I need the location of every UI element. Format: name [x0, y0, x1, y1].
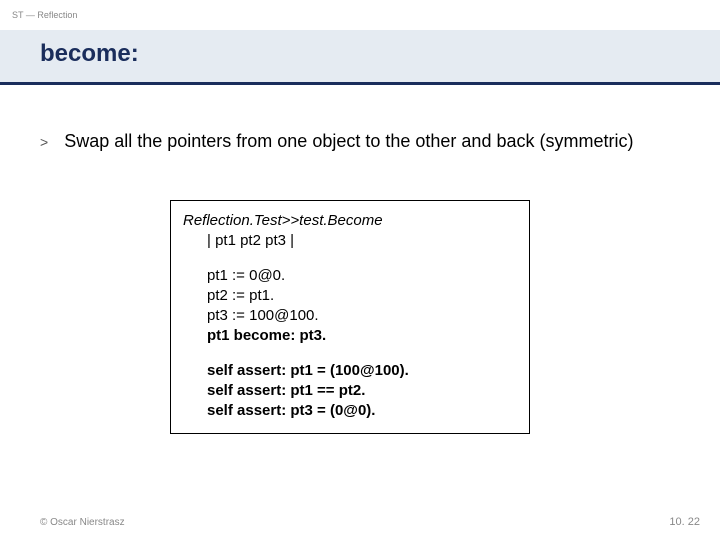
- bullet-row: > Swap all the pointers from one object …: [40, 130, 690, 153]
- footer-copyright: © Oscar Nierstrasz: [40, 517, 125, 528]
- code-box: Reflection.Test>>test.Become | pt1 pt2 p…: [170, 200, 530, 434]
- bullet-text: Swap all the pointers from one object to…: [64, 130, 633, 153]
- code-line-3: pt3 := 100@100.: [183, 306, 517, 326]
- code-signature-text: Reflection.Test>>test.Become: [183, 212, 383, 229]
- header-label: ST — Reflection: [12, 10, 77, 20]
- spacer: [183, 252, 517, 266]
- spacer: [183, 347, 517, 361]
- code-line-1: pt1 := 0@0.: [183, 266, 517, 286]
- code-assert-3: self assert: pt3 = (0@0).: [183, 401, 517, 421]
- footer-page-number: 10. 22: [669, 516, 700, 528]
- code-vars: | pt1 pt2 pt3 |: [183, 231, 517, 251]
- code-signature: Reflection.Test>>test.Become: [183, 211, 517, 231]
- bullet-marker: >: [40, 130, 48, 153]
- code-assert-2: self assert: pt1 == pt2.: [183, 381, 517, 401]
- code-line-2: pt2 := pt1.: [183, 286, 517, 306]
- code-assert-1: self assert: pt1 = (100@100).: [183, 361, 517, 381]
- page-title: become:: [40, 40, 139, 68]
- code-line-4: pt1 become: pt3.: [183, 326, 517, 346]
